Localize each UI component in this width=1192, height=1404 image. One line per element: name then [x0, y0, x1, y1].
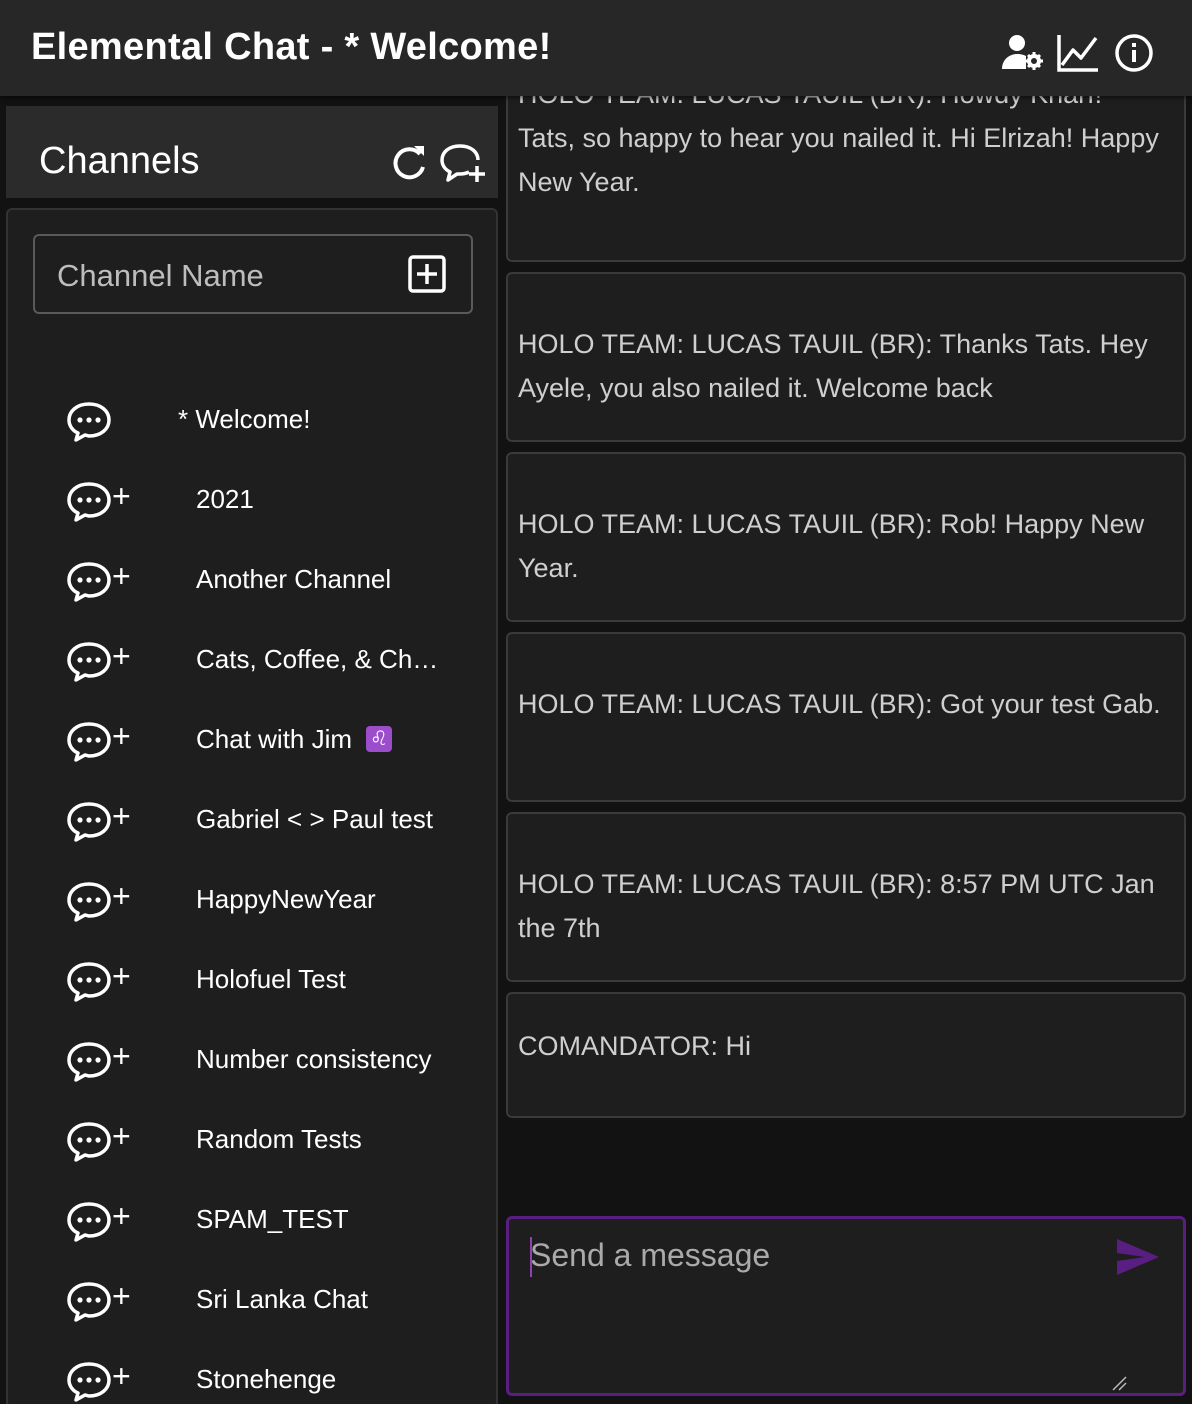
- message-text: HOLO TEAM: LUCAS TAUIL (BR): Rob! Happy …: [518, 509, 1145, 583]
- channel-item[interactable]: + Another Channel: [8, 542, 496, 622]
- join-plus-icon[interactable]: +: [112, 878, 131, 915]
- chat-bubble-icon: [66, 1120, 112, 1162]
- chat-bubble-icon: [66, 880, 112, 922]
- message-card: COMANDATOR: Hi: [506, 992, 1186, 1118]
- text-caret: [530, 1237, 532, 1277]
- message-card: HOLO TEAM: LUCAS TAUIL (BR): Thanks Tats…: [506, 272, 1186, 442]
- message-text: HOLO TEAM: LUCAS TAUIL (BR): Got your te…: [518, 689, 1161, 719]
- join-plus-icon[interactable]: +: [112, 1278, 131, 1315]
- channel-item[interactable]: + Random Tests: [8, 1102, 496, 1182]
- channel-label: SPAM_TEST: [196, 1204, 349, 1234]
- info-icon[interactable]: [1112, 33, 1156, 73]
- resize-handle-icon[interactable]: [1111, 1375, 1127, 1391]
- channel-label: Number consistency: [196, 1044, 432, 1074]
- messages-pane: HOLO TEAM: LUCAS TAUIL (BR): Howdy Knarf…: [498, 66, 1192, 1404]
- new-chat-icon[interactable]: [440, 142, 486, 184]
- join-plus-icon[interactable]: +: [112, 718, 131, 755]
- channel-item[interactable]: +2021: [8, 462, 496, 542]
- channel-label: Random Tests: [196, 1124, 362, 1154]
- channel-item[interactable]: + SPAM_TEST: [8, 1182, 496, 1262]
- message-composer[interactable]: Send a message: [506, 1216, 1186, 1396]
- message-text: HOLO TEAM: LUCAS TAUIL (BR): 8:57 PM UTC…: [518, 869, 1155, 943]
- channel-item[interactable]: + Cats, Coffee, & Chocolate: [8, 622, 496, 702]
- channel-item[interactable]: + Holofuel Test: [8, 942, 496, 1022]
- chat-bubble-icon: [66, 800, 112, 842]
- chat-bubble-icon: [66, 1040, 112, 1082]
- join-plus-icon[interactable]: +: [112, 1358, 131, 1395]
- channel-item[interactable]: + Number consistency: [8, 1022, 496, 1102]
- channels-sidebar: Channels Channel Name * Welcome! + 2021 …: [0, 96, 498, 1404]
- join-plus-icon[interactable]: +: [112, 958, 131, 995]
- plus-box-icon[interactable]: [407, 254, 447, 294]
- channel-item[interactable]: + Stonehenge: [8, 1342, 496, 1404]
- join-plus-icon[interactable]: +: [112, 638, 131, 675]
- channel-label: Stonehenge: [196, 1364, 337, 1394]
- channels-panel: Channel Name * Welcome! +2021 + Another Cha…: [6, 208, 498, 1404]
- join-plus-icon[interactable]: +: [112, 558, 131, 595]
- app-bar: Elemental Chat - * Welcome!: [0, 0, 1192, 96]
- user-settings-icon[interactable]: [1000, 33, 1044, 73]
- message-text: HOLO TEAM: LUCAS TAUIL (BR): Thanks Tats…: [518, 329, 1148, 403]
- message-placeholder: Send a message: [530, 1237, 771, 1273]
- chat-bubble-icon: [66, 560, 112, 602]
- channel-item[interactable]: + Sri Lanka Chat: [8, 1262, 496, 1342]
- message-card: HOLO TEAM: LUCAS TAUIL (BR): Got your te…: [506, 632, 1186, 802]
- channel-name-placeholder: Channel Name: [57, 258, 264, 293]
- channel-item[interactable]: + Chat with Jim ♌: [8, 702, 496, 782]
- join-plus-icon[interactable]: +: [112, 1198, 131, 1235]
- channel-item[interactable]: + HappyNewYear: [8, 862, 496, 942]
- leo-emoji-icon: ♌: [366, 726, 392, 752]
- channel-label: * Welcome!: [178, 404, 311, 434]
- chat-bubble-icon: [66, 1280, 112, 1322]
- chat-bubble-icon: [66, 400, 112, 442]
- join-plus-icon[interactable]: +: [112, 1118, 131, 1155]
- message-card: HOLO TEAM: LUCAS TAUIL (BR): 8:57 PM UTC…: [506, 812, 1186, 982]
- channel-label: Another Channel: [196, 564, 392, 594]
- channel-label: Gabriel < > Paul test: [196, 804, 434, 834]
- chart-line-icon[interactable]: [1056, 33, 1100, 73]
- channel-name-input[interactable]: Channel Name: [33, 234, 473, 314]
- channel-item[interactable]: + Gabriel < > Paul test: [8, 782, 496, 862]
- channel-label: 2021: [196, 484, 254, 514]
- channels-title: Channels: [39, 140, 200, 182]
- channel-label: Holofuel Test: [196, 964, 346, 994]
- message-text: COMANDATOR: Hi: [518, 1031, 752, 1061]
- chat-bubble-icon: [66, 1200, 112, 1242]
- join-plus-icon[interactable]: +: [112, 478, 131, 515]
- channel-label: Cats, Coffee, & Chocolate: [196, 644, 446, 674]
- channels-header: Channels: [6, 106, 498, 198]
- message-card: HOLO TEAM: LUCAS TAUIL (BR): Rob! Happy …: [506, 452, 1186, 622]
- send-icon[interactable]: [1115, 1237, 1161, 1277]
- refresh-icon[interactable]: [386, 142, 432, 184]
- join-plus-icon[interactable]: +: [112, 1038, 131, 1075]
- channel-label: Chat with Jim: [196, 724, 353, 754]
- chat-bubble-icon: [66, 640, 112, 682]
- app-title: Elemental Chat - * Welcome!: [31, 26, 552, 68]
- channel-label: HappyNewYear: [196, 884, 376, 914]
- join-plus-icon[interactable]: +: [112, 798, 131, 835]
- chat-bubble-icon: [66, 1360, 112, 1402]
- channel-label: Sri Lanka Chat: [196, 1284, 368, 1314]
- chat-bubble-icon: [66, 480, 112, 522]
- chat-bubble-icon: [66, 720, 112, 762]
- channel-item[interactable]: * Welcome!: [8, 382, 496, 462]
- chat-bubble-icon: [66, 960, 112, 1002]
